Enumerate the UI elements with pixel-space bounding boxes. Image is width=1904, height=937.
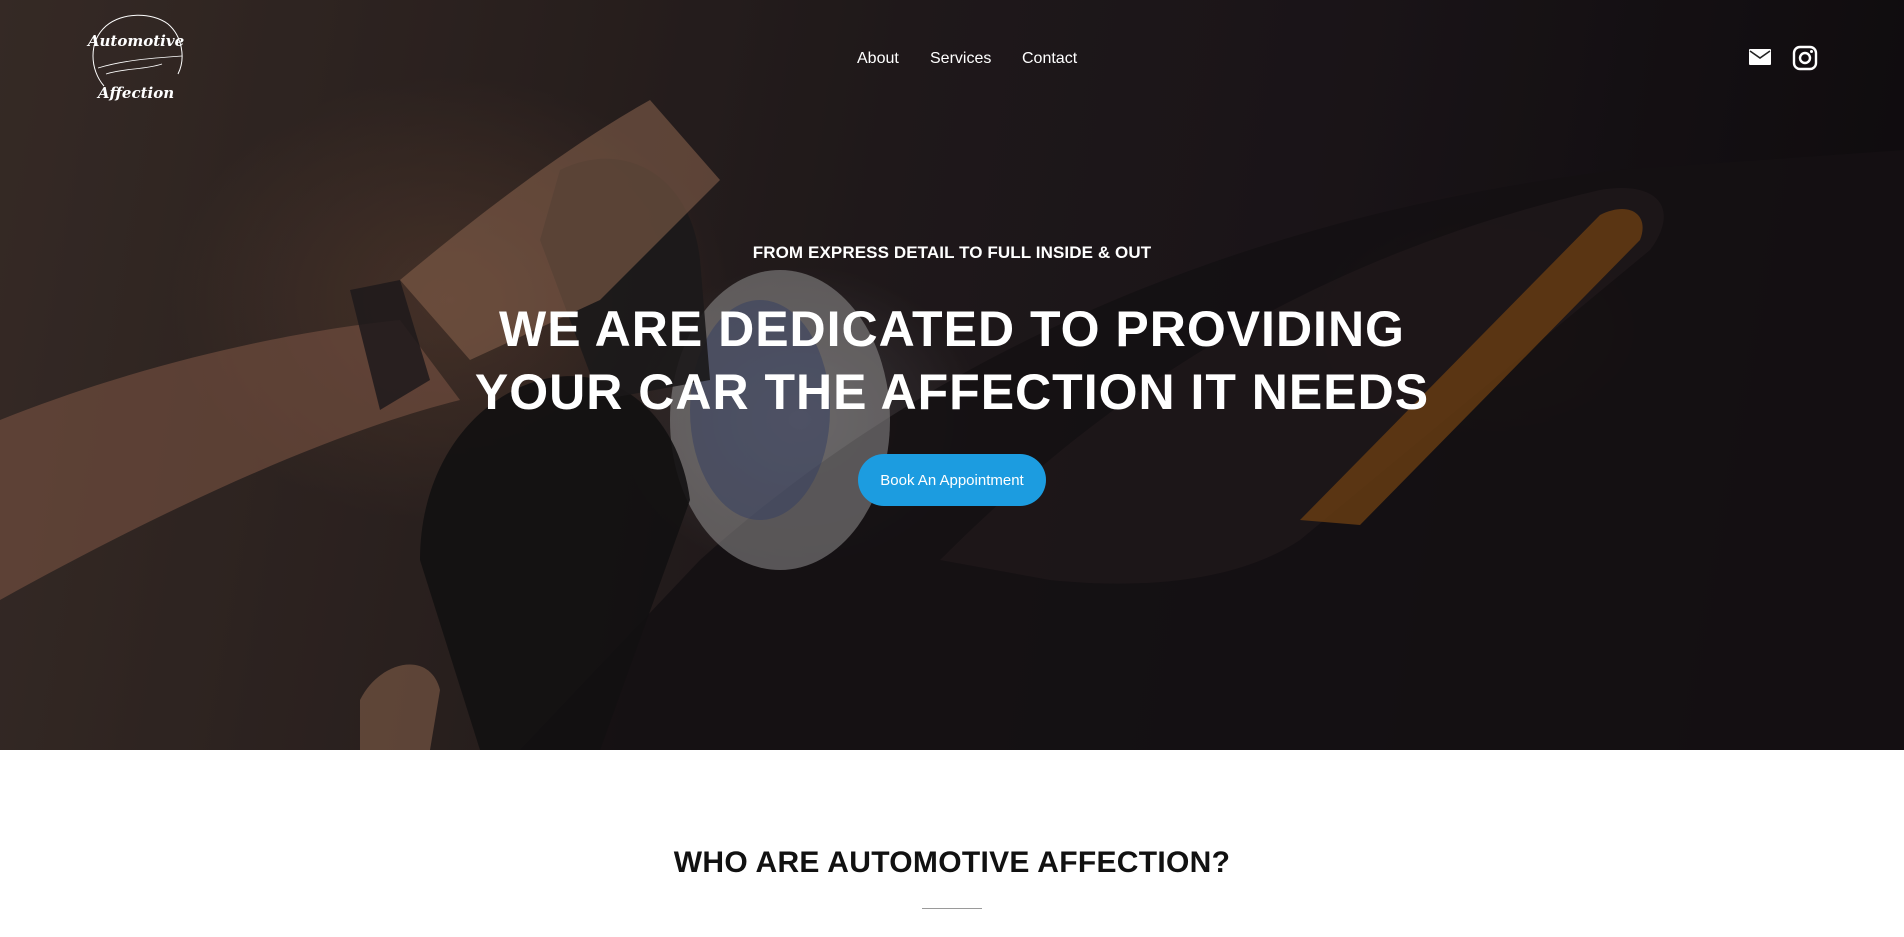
- about-intro-text-cutoff: · · · ·: [936, 929, 968, 937]
- logo-text-line1: Automotive: [86, 32, 184, 50]
- section-title-about: WHO ARE AUTOMOTIVE AFFECTION?: [673, 846, 1231, 879]
- logo-text-line2: Affection: [96, 84, 174, 102]
- instagram-icon[interactable]: [1792, 45, 1818, 76]
- book-appointment-button[interactable]: Book An Appointment: [858, 454, 1046, 506]
- hero-kicker: FROM EXPRESS DETAIL TO FULL INSIDE & OUT: [752, 243, 1152, 262]
- section-divider: [922, 908, 982, 909]
- main-nav: About Services Contact: [0, 50, 1904, 72]
- hero-headline: WE ARE DEDICATED TO PROVIDING YOUR CAR T…: [0, 298, 1904, 424]
- mail-icon[interactable]: [1748, 45, 1772, 74]
- nav-link-services[interactable]: Services: [930, 50, 991, 68]
- hero-headline-line2: YOUR CAR THE AFFECTION IT NEEDS: [474, 364, 1430, 420]
- nav-link-contact[interactable]: Contact: [1022, 50, 1077, 68]
- hero-headline-line1: WE ARE DEDICATED TO PROVIDING: [499, 301, 1405, 357]
- nav-link-about[interactable]: About: [857, 50, 899, 68]
